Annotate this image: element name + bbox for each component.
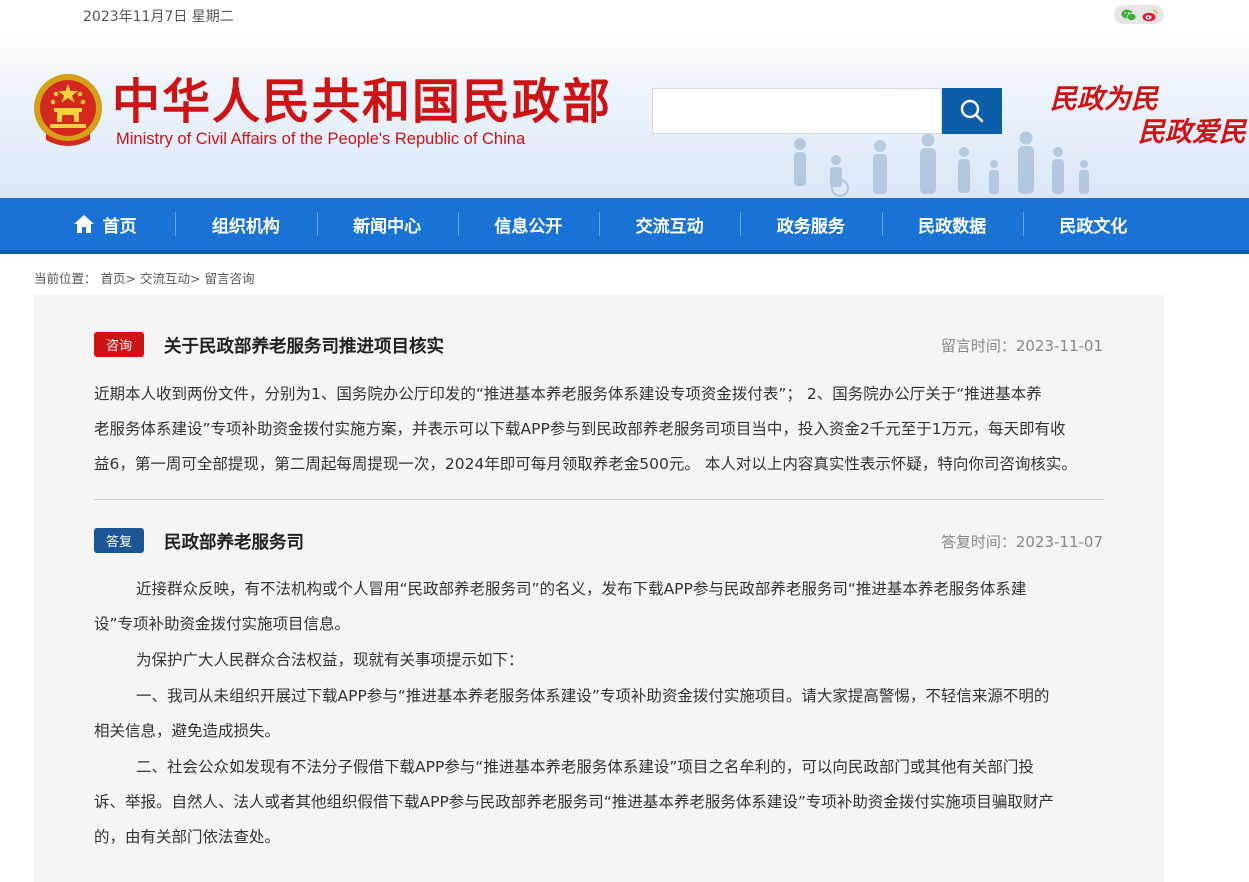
reply-line: 相关信息，避免造成损失。 [94,722,281,740]
reply-line: 为保护广大人民群众合法权益，现就有关事项提示如下： [136,651,524,669]
nav-item-home[interactable]: 首页 [34,198,175,250]
breadcrumb: 当前位置： 首页> 交流互动> 留言咨询 [34,268,254,287]
breadcrumb-current: 留言咨询 [204,271,255,286]
site-title-english: Ministry of Civil Affairs of the People'… [116,130,526,148]
nav-item-label: 政务服务 [776,216,845,237]
breadcrumb-interaction-link[interactable]: 交流互动> [140,271,200,286]
reply-line: 的，由有关部门依法查处。 [94,828,281,846]
nav-item-info-disclosure[interactable]: 信息公开 [457,198,599,250]
reply-line: 设”专项补助资金拨付实施项目信息。 [94,615,351,633]
header-banner: 中华人民共和国民政部 Ministry of Civil Affairs of … [0,30,1249,198]
home-icon [73,215,94,233]
message-detail-panel: 咨询 关于民政部养老服务司推进项目核实 留言时间：2023-11-01 近期本人… [34,295,1164,882]
reply-line: 近接群众反映，有不法机构或个人冒用“民政部养老服务司”的名义，发布下载APP参与… [136,580,1027,598]
reply-tag: 答复 [94,528,144,553]
reply-title: 民政部养老服务司 [164,533,304,553]
people-silhouette-illustration [794,131,1089,197]
nav-item-label: 信息公开 [494,216,563,237]
nav-item-news[interactable]: 新闻中心 [316,198,458,250]
inquiry-line: 老服务体系建设”专项补助资金拨付实施方案，并表示可以下载APP参与到民政部养老服… [94,420,1066,438]
current-date: 2023年11月7日 星期二 [83,9,234,25]
breadcrumb-prefix: 当前位置： [34,271,97,286]
wechat-icon[interactable] [1121,8,1137,22]
breadcrumb-home-link[interactable]: 首页> [101,271,136,286]
site-title-chinese: 中华人民共和国民政部 [112,74,613,130]
social-links [1114,5,1164,24]
slogan-line-2: 民政爱民 [1138,117,1246,148]
section-divider [94,499,1104,500]
inquiry-line: 近期本人收到两份文件，分别为1、国务院办公厅印发的“推进基本养老服务体系建设专项… [94,385,1042,403]
inquiry-time: 留言时间：2023-11-01 [940,337,1103,355]
national-emblem-icon [34,74,102,146]
nav-item-label: 民政文化 [1059,216,1128,237]
nav-item-label: 交流互动 [635,216,704,237]
main-nav: 首页 组织机构 新闻中心 信息公开 交流互动 政务服务 民政数据 民政文化 [0,198,1249,254]
reply-line: 一、我司从未组织开展过下载APP参与“推进基本养老服务体系建设”专项补助资金拨付… [136,687,1050,705]
inquiry-tag: 咨询 [94,332,144,357]
nav-item-interaction[interactable]: 交流互动 [599,198,740,250]
inquiry-title: 关于民政部养老服务司推进项目核实 [164,337,444,357]
nav-item-label: 组织机构 [211,216,280,237]
nav-item-culture[interactable]: 民政文化 [1022,198,1164,250]
reply-line: 诉、举报。自然人、法人或者其他组织假借下载APP参与民政部养老服务司“推进基本养… [94,793,1054,811]
nav-item-data[interactable]: 民政数据 [881,198,1023,250]
nav-item-gov-services[interactable]: 政务服务 [740,198,881,250]
search-button[interactable] [942,88,1002,134]
search-icon [960,99,984,123]
reply-line: 二、社会公众如发现有不法分子假借下载APP参与“推进基本养老服务体系建设”项目之… [136,758,1034,776]
nav-item-organization[interactable]: 组织机构 [175,198,316,250]
search-input[interactable] [652,88,942,134]
reply-time: 答复时间：2023-11-07 [940,533,1103,551]
top-bar: 2023年11月7日 星期二 [0,0,1249,30]
nav-item-label: 首页 [102,216,137,237]
nav-item-label: 新闻中心 [353,216,422,237]
nav-item-label: 民政数据 [918,216,987,237]
inquiry-line: 益6，第一周可全部提现，第二周起每周提现一次，2024年即可每月领取养老金500… [94,455,1077,473]
weibo-icon[interactable] [1142,8,1158,22]
